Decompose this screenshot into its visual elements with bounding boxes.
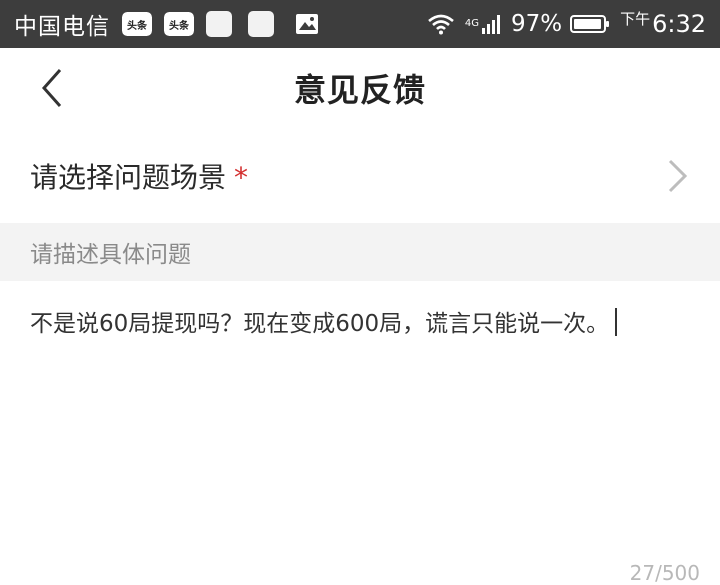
clock: 6:32 (652, 10, 706, 38)
battery-icon (570, 15, 610, 33)
feedback-textarea[interactable]: 不是说60局提现吗？现在变成600局，谎言只能说一次。 (0, 281, 720, 551)
notification-icon-2 (248, 11, 274, 37)
nav-bar: 意见反馈 (0, 48, 720, 128)
text-cursor (615, 308, 618, 336)
description-header: 请描述具体问题 (0, 223, 720, 281)
scene-label: 请选择问题场景 (30, 160, 227, 194)
notification-icon (206, 11, 232, 37)
am-pm: 下午 (620, 9, 651, 28)
wifi-icon (427, 14, 454, 35)
chevron-left-icon (41, 69, 62, 107)
carrier-name: 中国电信 (14, 14, 110, 40)
signal-icon (481, 15, 500, 34)
status-left: 中国电信 头条 头条 (14, 7, 320, 41)
back-button[interactable] (30, 66, 74, 110)
status-right: 4G 97% 下午 6:32 (427, 8, 706, 41)
network-type: 4G (464, 17, 479, 29)
scene-selector[interactable]: 请选择问题场景 * (0, 128, 720, 223)
toutiao-app-icon-2: 头条 (163, 11, 195, 37)
battery-percent: 97% (510, 11, 563, 37)
toutiao-app-icon: 头条 (121, 11, 153, 37)
chevron-right-icon (668, 159, 688, 192)
char-counter: 27/500 (629, 561, 700, 585)
required-mark: * (234, 160, 249, 194)
scene-label-wrap: 请选择问题场景 * (30, 156, 248, 196)
image-icon (296, 14, 318, 34)
feedback-text: 不是说60局提现吗？现在变成600局，谎言只能说一次。 (30, 311, 610, 337)
status-bar: 中国电信 头条 头条 4G 97% 下午 6:32 (0, 0, 720, 48)
page-title: 意见反馈 (293, 71, 426, 109)
